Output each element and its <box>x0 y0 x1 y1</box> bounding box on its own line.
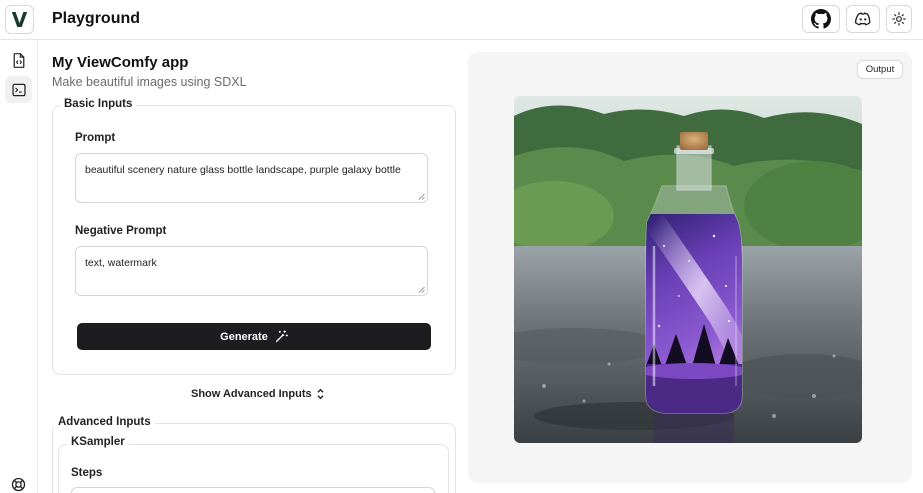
file-code-icon <box>13 53 24 68</box>
sidebar-item-editor[interactable] <box>5 47 32 74</box>
generated-image-bottle <box>514 96 862 443</box>
sidebar <box>0 40 38 493</box>
steps-label: Steps <box>71 467 103 479</box>
steps-input[interactable] <box>71 487 435 493</box>
logo-letter: V <box>11 7 28 32</box>
terminal-icon <box>11 83 26 96</box>
output-badge: Output <box>857 60 903 79</box>
page-title: My ViewComfy app <box>52 54 189 71</box>
discord-icon <box>854 12 871 26</box>
basic-inputs-legend: Basic Inputs <box>60 98 137 110</box>
app-logo[interactable]: V <box>5 5 34 34</box>
show-advanced-label: Show Advanced Inputs <box>191 388 312 400</box>
negative-prompt-textarea[interactable]: text, watermark <box>75 246 428 296</box>
prompt-value: beautiful scenery nature glass bottle la… <box>85 164 401 176</box>
ksampler-legend: KSampler <box>67 436 129 448</box>
help-lifebuoy-icon <box>11 477 26 492</box>
github-icon <box>811 9 831 29</box>
page-subtitle: Make beautiful images using SDXL <box>52 75 247 89</box>
sidebar-item-playground[interactable] <box>5 76 32 103</box>
prompt-label: Prompt <box>75 132 116 144</box>
negative-prompt-label: Negative Prompt <box>75 225 167 237</box>
negative-prompt-value: text, watermark <box>85 257 157 269</box>
show-advanced-inputs-toggle[interactable]: Show Advanced Inputs <box>191 388 325 400</box>
github-button[interactable] <box>802 5 840 33</box>
chevrons-up-down-icon <box>317 388 324 400</box>
generate-label: Generate <box>220 330 268 343</box>
sidebar-item-help[interactable] <box>5 471 32 493</box>
discord-button[interactable] <box>846 5 880 33</box>
magic-wand-icon <box>275 330 288 343</box>
theme-toggle-button[interactable] <box>886 5 912 33</box>
ksampler-group <box>58 444 449 493</box>
advanced-inputs-legend: Advanced Inputs <box>54 416 155 428</box>
header-title: Playground <box>52 10 141 27</box>
top-bar: V Playground <box>0 0 923 40</box>
prompt-textarea[interactable]: beautiful scenery nature glass bottle la… <box>75 153 428 203</box>
resize-grip-icon[interactable] <box>418 193 425 200</box>
generate-button[interactable]: Generate <box>77 323 431 350</box>
output-image[interactable] <box>514 96 862 443</box>
resize-grip-icon[interactable] <box>418 286 425 293</box>
sun-icon <box>892 12 906 26</box>
